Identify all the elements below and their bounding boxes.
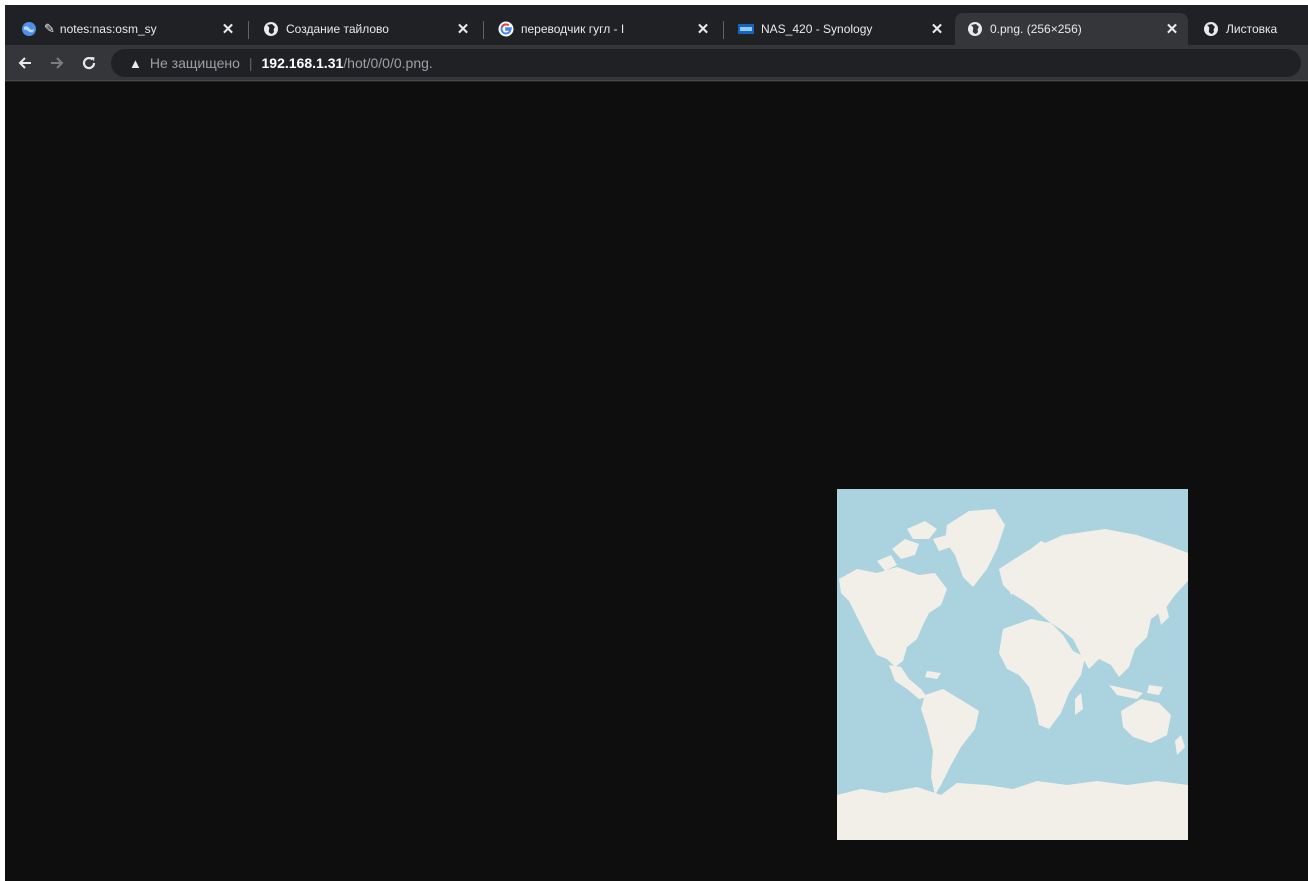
- tab-png-image[interactable]: 0.png. (256×256) ✕: [955, 13, 1188, 45]
- browser-window: ✎ notes:nas:osm_sy ✕ Создание тайлово ✕ …: [5, 5, 1308, 881]
- forward-button[interactable]: [45, 51, 69, 75]
- tab-title: Листовка: [1226, 22, 1278, 36]
- reload-button[interactable]: [77, 51, 101, 75]
- tab-title: notes:nas:osm_sy: [59, 22, 157, 36]
- arrow-right-icon: [51, 57, 64, 69]
- address-bar[interactable]: ▲ Не защищено | 192.168.1.31 /hot/0/0/0.…: [111, 49, 1301, 77]
- globe-icon: [1203, 21, 1219, 37]
- divider: |: [248, 55, 253, 71]
- url-path: /hot/0/0/0.png.: [343, 55, 433, 71]
- warning-icon[interactable]: ▲: [129, 56, 142, 71]
- security-status[interactable]: Не защищено: [150, 55, 240, 71]
- tab-tile-creation[interactable]: Создание тайлово ✕: [251, 13, 479, 45]
- back-button[interactable]: [13, 51, 37, 75]
- reload-icon: [82, 56, 96, 70]
- globe-edit-icon: [21, 21, 37, 37]
- tab-separator: [483, 21, 484, 39]
- browser-toolbar: ▲ Не защищено | 192.168.1.31 /hot/0/0/0.…: [5, 45, 1308, 81]
- tab-title: Создание тайлово: [286, 22, 389, 36]
- tab-title: переводчик гугл - I: [521, 22, 625, 36]
- globe-icon: [967, 21, 983, 37]
- close-icon[interactable]: ✕: [220, 20, 236, 38]
- url-host: 192.168.1.31: [261, 55, 344, 71]
- tab-strip: ✎ notes:nas:osm_sy ✕ Создание тайлово ✕ …: [5, 5, 1308, 45]
- close-icon[interactable]: ✕: [455, 20, 471, 38]
- tab-google-translate[interactable]: переводчик гугл - I ✕: [486, 13, 719, 45]
- world-map-image: [837, 489, 1188, 840]
- tab-title: NAS_420 - Synology: [761, 22, 873, 36]
- screenshot-frame: ✎ notes:nas:osm_sy ✕ Создание тайлово ✕ …: [0, 0, 1308, 881]
- arrow-left-icon: [18, 57, 31, 69]
- close-icon[interactable]: ✕: [1164, 20, 1180, 38]
- tab-title: 0.png. (256×256): [990, 22, 1082, 36]
- pencil-icon: ✎: [44, 21, 55, 36]
- dsm-icon: [738, 21, 754, 37]
- close-icon[interactable]: ✕: [695, 20, 711, 38]
- tab-leaflet[interactable]: Листовка: [1191, 13, 1308, 45]
- tab-separator: [723, 21, 724, 39]
- tab-notes[interactable]: ✎ notes:nas:osm_sy ✕: [9, 13, 244, 45]
- tab-synology[interactable]: NAS_420 - Synology ✕: [726, 13, 953, 45]
- google-icon: [498, 21, 514, 37]
- globe-icon: [263, 21, 279, 37]
- tab-separator: [248, 21, 249, 39]
- page-viewport: [5, 82, 1308, 881]
- close-icon[interactable]: ✕: [929, 20, 945, 38]
